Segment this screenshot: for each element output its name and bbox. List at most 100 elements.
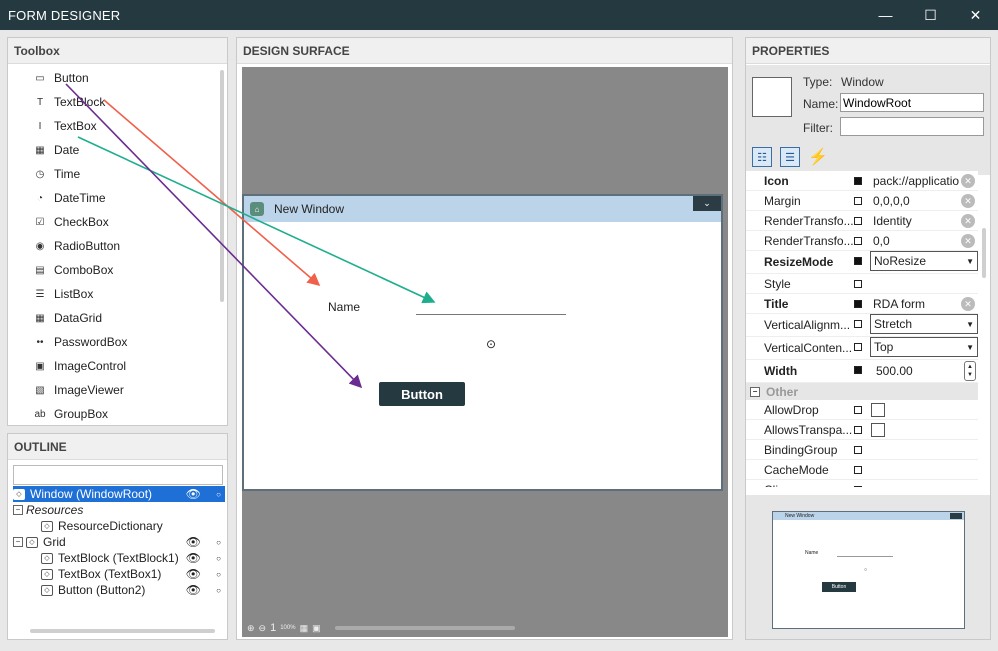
filter-field[interactable] (840, 117, 984, 136)
visibility-eye-icon[interactable]: 👁 (186, 487, 201, 501)
lock-dot-icon[interactable]: ○ (216, 554, 221, 563)
categorized-view-icon[interactable]: ☷ (752, 147, 772, 167)
toolbox-item-button[interactable]: ▭ Button (32, 67, 88, 89)
toolbox-item-label: TextBox (54, 119, 97, 133)
toolbox-item-radiobutton[interactable]: ◉ RadioButton (32, 235, 120, 257)
events-icon[interactable]: ⚡ (808, 147, 828, 167)
toolbox-item-textbox[interactable]: I TextBox (32, 115, 97, 137)
collapse-icon[interactable]: − (13, 505, 23, 515)
outline-node[interactable]: ◇ Window (WindowRoot) 👁 ○ (13, 486, 225, 502)
zoom-slider[interactable] (334, 626, 515, 630)
toolbox-item-datagrid[interactable]: ▦ DataGrid (32, 307, 102, 329)
dropdown-caret-icon[interactable]: ▼ (966, 343, 974, 352)
property-marker-icon[interactable] (854, 426, 862, 434)
visibility-eye-icon[interactable]: 👁 (186, 551, 201, 565)
toolbox-item-groupbox[interactable]: ab GroupBox (32, 403, 108, 425)
property-value[interactable]: pack://applicatio (873, 174, 961, 188)
designed-name-textblock[interactable]: Name (328, 300, 360, 314)
toolbox-item-combobox[interactable]: ▤ ComboBox (32, 259, 113, 281)
reset-value-icon[interactable]: ✕ (961, 214, 975, 228)
collapse-icon[interactable]: − (750, 386, 760, 397)
reset-value-icon[interactable]: ✕ (961, 174, 975, 188)
property-category[interactable]: − Other (746, 383, 978, 400)
outline-search-input[interactable] (13, 465, 223, 485)
property-marker-icon[interactable] (854, 320, 862, 328)
property-marker-icon[interactable] (854, 280, 862, 288)
grid-toggle-icon[interactable]: ▦ (300, 623, 309, 634)
toolbox-item-listbox[interactable]: ☰ ListBox (32, 283, 94, 305)
outline-node[interactable]: − Resources (13, 502, 225, 518)
toolbox-item-passwordbox[interactable]: •• PasswordBox (32, 331, 127, 353)
reset-value-icon[interactable]: ✕ (961, 194, 975, 208)
zoom-out-icon[interactable]: ⊖ (259, 623, 267, 634)
outline-node[interactable]: − ◇ Grid 👁 ○ (13, 534, 225, 550)
property-marker-icon[interactable] (854, 300, 862, 308)
toolbox-item-checkbox[interactable]: ☑ CheckBox (32, 211, 109, 233)
designed-textbox[interactable] (416, 300, 566, 315)
name-field[interactable] (840, 93, 984, 112)
toolbox-item-imagecontrol[interactable]: ▣ ImageControl (32, 355, 126, 377)
designed-window-titlebar[interactable]: ⌂ New Window ⌄ (244, 196, 721, 222)
outline-node[interactable]: ◇ Button (Button2) 👁 ○ (13, 582, 225, 598)
designed-window[interactable]: ⌂ New Window ⌄ Name ⊙ Button (242, 194, 723, 491)
properties-scrollbar[interactable] (982, 228, 986, 278)
property-marker-icon[interactable] (854, 197, 862, 205)
property-value[interactable]: Identity (873, 214, 961, 228)
property-marker-icon[interactable] (854, 466, 862, 474)
toolbox-item-imageviewer[interactable]: ▧ ImageViewer (32, 379, 124, 401)
outline-scrollbar[interactable] (30, 629, 215, 633)
property-number-stepper[interactable]: 500.00 ▲ ▼ (870, 361, 978, 381)
visibility-eye-icon[interactable]: 👁 (186, 567, 201, 581)
toolbox-scrollbar[interactable] (220, 70, 224, 302)
alphabetical-view-icon[interactable]: ☰ (780, 147, 800, 167)
toolbox-item-time[interactable]: ◷ Time (32, 163, 81, 185)
dropdown-caret-icon[interactable]: ▼ (966, 320, 974, 329)
visibility-eye-icon[interactable]: 👁 (186, 535, 201, 549)
toolbox-item-date[interactable]: ▦ Date (32, 139, 79, 161)
property-value[interactable]: RDA form (873, 297, 961, 311)
property-checkbox[interactable] (871, 403, 885, 417)
design-canvas[interactable]: ⌂ New Window ⌄ Name ⊙ Button ⊕ ⊖ 1 100% … (242, 67, 728, 637)
reset-value-icon[interactable]: ✕ (961, 234, 975, 248)
reset-value-icon[interactable]: ✕ (961, 297, 975, 311)
property-checkbox[interactable] (871, 423, 885, 437)
stepper-arrows-icon[interactable]: ▲ ▼ (964, 361, 976, 381)
property-dropdown[interactable]: Stretch ▼ (870, 314, 978, 334)
minimize-button[interactable]: — (863, 0, 908, 30)
maximize-button[interactable]: ☐ (908, 0, 953, 30)
designed-button[interactable]: Button (379, 382, 465, 406)
zoom-in-icon[interactable]: ⊕ (247, 623, 255, 634)
collapse-icon[interactable]: − (13, 537, 23, 547)
close-button[interactable]: ✕ (953, 0, 998, 30)
toolbox-item-textblock[interactable]: T TextBlock (32, 91, 105, 113)
property-value[interactable]: 0,0,0,0 (873, 194, 961, 208)
property-marker-icon[interactable] (854, 257, 862, 265)
visibility-eye-icon[interactable]: 👁 (186, 583, 201, 597)
toolbox-item-datetime[interactable]: ◔ DateTime (32, 187, 106, 209)
preview-area: New Window Name ○ Button (746, 495, 990, 639)
lock-dot-icon[interactable]: ○ (216, 538, 221, 547)
property-marker-icon[interactable] (854, 486, 862, 487)
property-marker-icon[interactable] (854, 217, 862, 225)
lock-dot-icon[interactable]: ○ (216, 490, 221, 499)
property-value[interactable]: 0,0 (873, 234, 961, 248)
property-name: RenderTransfo... (764, 213, 854, 228)
toolbox-item-label: ImageViewer (54, 383, 124, 397)
property-marker-icon[interactable] (854, 446, 862, 454)
outline-node[interactable]: ◇ TextBox (TextBox1) 👁 ○ (13, 566, 225, 582)
dropdown-caret-icon[interactable]: ▼ (966, 257, 974, 266)
property-dropdown[interactable]: Top ▼ (870, 337, 978, 357)
snap-toggle-icon[interactable]: ▣ (312, 623, 321, 634)
outline-node[interactable]: ◇ ResourceDictionary (13, 518, 225, 534)
property-marker-icon[interactable] (854, 237, 862, 245)
property-marker-icon[interactable] (854, 343, 862, 351)
property-row: CacheMode (746, 460, 978, 480)
designed-window-close-icon[interactable]: ⌄ (693, 196, 721, 211)
outline-node[interactable]: ◇ TextBlock (TextBlock1) 👁 ○ (13, 550, 225, 566)
property-dropdown[interactable]: NoResize ▼ (870, 251, 978, 271)
lock-dot-icon[interactable]: ○ (216, 586, 221, 595)
property-marker-icon[interactable] (854, 406, 862, 414)
property-marker-icon[interactable] (854, 366, 862, 374)
lock-dot-icon[interactable]: ○ (216, 570, 221, 579)
property-marker-icon[interactable] (854, 177, 862, 185)
